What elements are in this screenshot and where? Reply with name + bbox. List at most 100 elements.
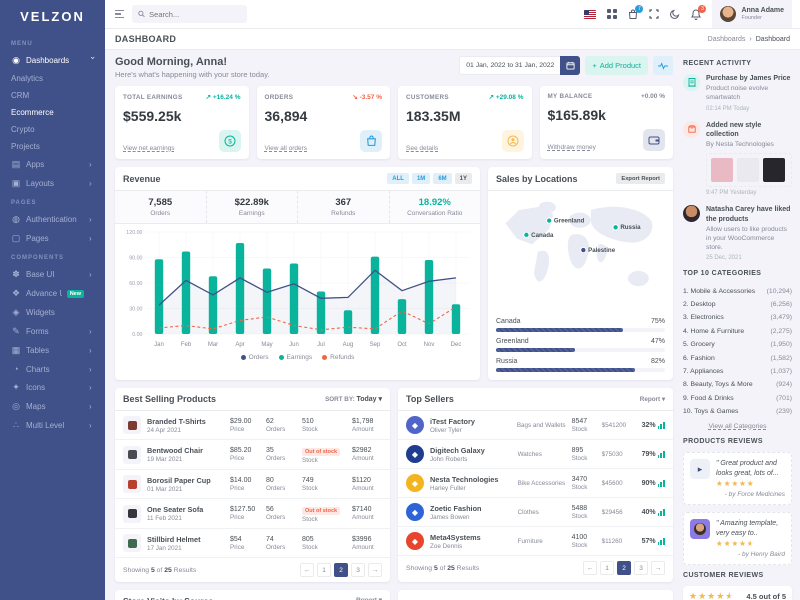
add-product-button[interactable]: + Add Product (585, 56, 648, 75)
product-photo[interactable] (737, 158, 759, 182)
brand-logo[interactable]: VELZON (0, 0, 105, 34)
language-flag-icon[interactable] (584, 10, 596, 19)
filter-1y[interactable]: 1Y (455, 173, 472, 184)
seller-row[interactable]: ◆ Digitech Galaxy John Roberts Watches 8… (398, 440, 673, 469)
user-menu[interactable]: Anna Adame Founder (712, 0, 792, 28)
category-row[interactable]: 7. Appliances (1,037) (683, 365, 792, 378)
page-prev[interactable]: ← (300, 563, 314, 577)
category-row[interactable]: 4. Home & Furniture (2,275) (683, 325, 792, 338)
sidebar-item[interactable]: ∴ Multi Level (0, 416, 105, 435)
rating-score: 4.5 out of 5 (746, 592, 786, 600)
svg-text:Apr: Apr (235, 342, 244, 348)
location-row: Greenland 47% (496, 338, 665, 352)
sidebar-item[interactable]: Ecommerce (0, 104, 105, 121)
page-3[interactable]: 3 (634, 561, 648, 575)
cart-icon[interactable]: 7 (628, 9, 638, 20)
category-row[interactable]: 8. Beauty, Toys & More (924) (683, 378, 792, 391)
sidebar-item[interactable]: ▣ Layouts (0, 174, 105, 193)
notifications-bell-icon[interactable]: 3 (691, 9, 701, 20)
sidebar-item[interactable]: CRM (0, 87, 105, 104)
see-details-link[interactable]: See details (406, 145, 438, 152)
authentication-icon: ◍ (11, 214, 21, 225)
dark-mode-icon[interactable] (670, 9, 680, 19)
sidebar-item[interactable]: Analytics (0, 70, 105, 87)
sidebar-item[interactable]: Crypto (0, 121, 105, 138)
seller-row[interactable]: ◆ Meta4Systems Zoe Dennis Furniture 4100… (398, 527, 673, 556)
report-dropdown[interactable]: Report ▾ (356, 596, 382, 600)
seller-owner: John Roberts (430, 456, 512, 463)
report-dropdown[interactable]: Report ▾ (640, 396, 665, 403)
hamburger-icon[interactable] (115, 10, 124, 18)
seller-row[interactable]: ◆ Zoetic Fashion James Bowen Clothes 548… (398, 498, 673, 527)
page-prev[interactable]: ← (583, 561, 597, 575)
filter-6m[interactable]: 6M (433, 173, 451, 184)
svg-text:Oct: Oct (397, 342, 407, 348)
export-report-button[interactable]: Export Report (616, 173, 665, 184)
product-photo[interactable] (711, 158, 733, 182)
sidebar-item[interactable]: ✎ Forms (0, 322, 105, 341)
search-input[interactable] (149, 10, 241, 19)
category-row[interactable]: 3. Electronics (3,479) (683, 311, 792, 324)
breadcrumb-parent[interactable]: Dashboards (708, 36, 746, 43)
sidebar-item[interactable]: ◔ Charts (0, 360, 105, 378)
view-all-orders-link[interactable]: View all orders (265, 145, 308, 152)
seller-logo: ◆ (406, 532, 424, 550)
seller-percent: 90% (642, 480, 656, 487)
page-2[interactable]: 2 (334, 563, 348, 577)
sidebar-item[interactable]: ◎ Maps (0, 397, 105, 416)
product-row[interactable]: Branded T-Shirts 24 Apr 2021 $29.00Price… (115, 411, 390, 440)
sidebar-item[interactable]: ▢ Pages (0, 229, 105, 248)
seller-row[interactable]: ◆ Nesta Technologies Harley Fuller Bike … (398, 469, 673, 498)
sidebar-item[interactable]: ▤ Apps (0, 155, 105, 174)
seller-row[interactable]: ◆ iTest Factory Oliver Tyler Bags and Wa… (398, 411, 673, 440)
product-row[interactable]: Borosil Paper Cup 01 Mar 2021 $14.00Pric… (115, 470, 390, 499)
sidebar-item[interactable]: ◈ Widgets (0, 303, 105, 322)
product-row[interactable]: One Seater Sofa 11 Feb 2021 $127.50Price… (115, 499, 390, 529)
seller-percent: 32% (642, 422, 656, 429)
view-net-earnings-link[interactable]: View net earnings (123, 145, 175, 152)
category-row[interactable]: 1. Mobile & Accessories (10,294) (683, 284, 792, 297)
category-row[interactable]: 9. Food & Drinks (701) (683, 391, 792, 404)
category-row[interactable]: 5. Grocery (1,950) (683, 338, 792, 351)
page-next[interactable]: → (368, 563, 382, 577)
category-count: (6,256) (770, 301, 792, 308)
page-3[interactable]: 3 (351, 563, 365, 577)
sidebar-item[interactable]: ❖ Advance UI New (0, 284, 105, 303)
fullscreen-icon[interactable] (649, 9, 659, 19)
sidebar-item[interactable]: ✦ Icons (0, 378, 105, 397)
chevron-icon (89, 365, 97, 374)
page-1[interactable]: 1 (317, 563, 331, 577)
sort-by-dropdown[interactable]: SORT BY: Today ▾ (325, 395, 382, 403)
recent-activity-title: RECENT ACTIVITY (683, 60, 792, 67)
sidebar-item[interactable]: ▦ Tables (0, 341, 105, 360)
sidebar-item[interactable]: ◍ Authentication (0, 210, 105, 229)
category-row[interactable]: 2. Desktop (6,256) (683, 298, 792, 311)
product-photo[interactable] (763, 158, 785, 182)
seller-logo: ◆ (406, 445, 424, 463)
sidebar-item[interactable]: ◉ Dashboards (0, 51, 105, 70)
calendar-button[interactable] (560, 56, 580, 75)
product-row[interactable]: Bentwood Chair 19 Mar 2021 $85.20Price 3… (115, 440, 390, 470)
filter-1m[interactable]: 1M (412, 173, 430, 184)
category-row[interactable]: 6. Fashion (1,582) (683, 351, 792, 364)
view-all-categories-link[interactable]: View all Categories (683, 423, 792, 430)
category-count: (1,037) (770, 368, 792, 375)
page-1[interactable]: 1 (600, 561, 614, 575)
page-2[interactable]: 2 (617, 561, 631, 575)
category-name: 4. Home & Furniture (683, 328, 744, 335)
page-next[interactable]: → (651, 561, 665, 575)
sidebar-item[interactable]: Projects (0, 138, 105, 155)
calendar-icon (566, 61, 575, 70)
category-row[interactable]: 10. Toys & Games (239) (683, 405, 792, 418)
box-icon (683, 121, 700, 138)
activity-pulse-button[interactable] (653, 56, 673, 75)
apps-grid-icon[interactable] (607, 9, 617, 19)
sidebar-item-label: Multi Level (26, 421, 84, 430)
seller-logo: ◆ (406, 503, 424, 521)
sidebar-item[interactable]: ✽ Base UI (0, 265, 105, 284)
product-row[interactable]: Stillbird Helmet 17 Jan 2021 $54Price 74… (115, 529, 390, 558)
sidebar-item-label: Crypto (11, 125, 84, 134)
filter-all[interactable]: ALL (387, 173, 409, 184)
withdraw-money-link[interactable]: Withdraw money (548, 144, 596, 151)
date-range-input[interactable]: 01 Jan, 2022 to 31 Jan, 2022 (459, 56, 560, 75)
